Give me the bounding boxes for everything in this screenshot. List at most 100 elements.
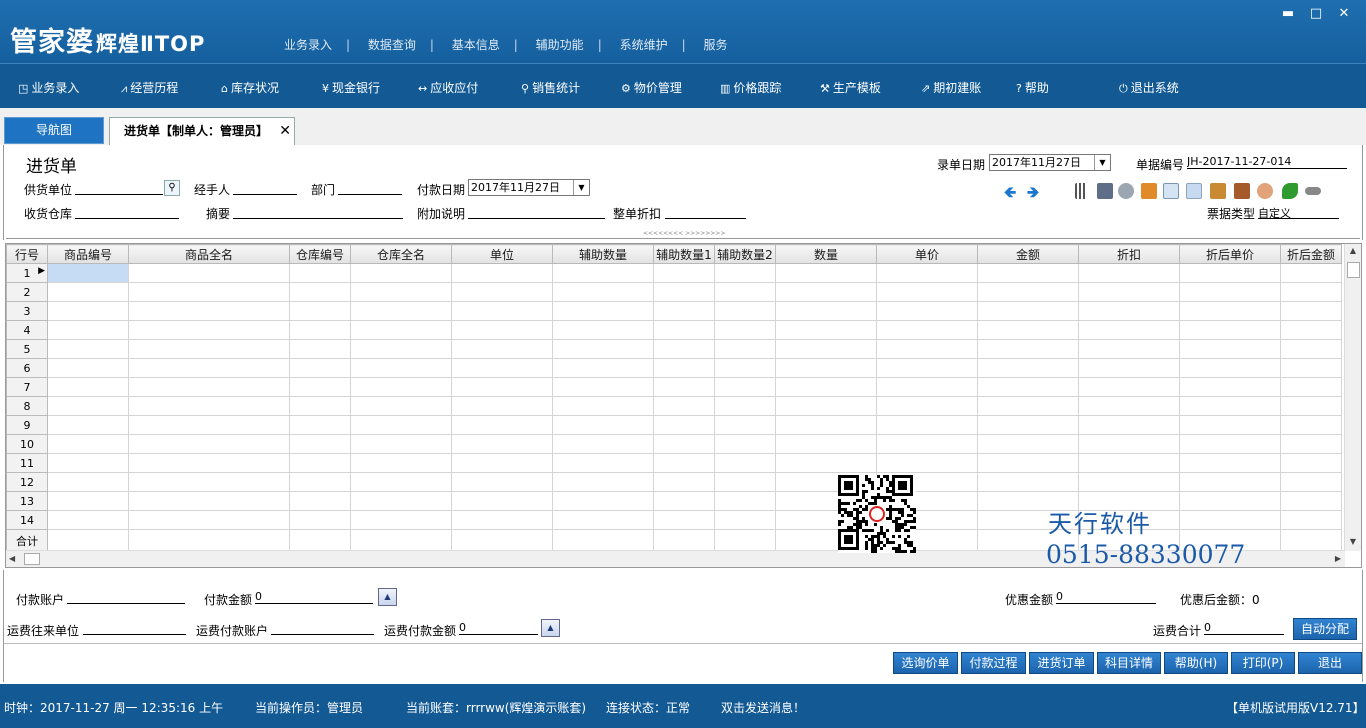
freight-expand-button[interactable]: ▲ <box>541 619 560 637</box>
top-menu-item[interactable]: 辅助功能 <box>536 36 584 53</box>
grid-cell[interactable] <box>653 320 715 340</box>
doc-no-field[interactable]: JH-2017-11-27-014 <box>1187 155 1347 169</box>
grid-cell[interactable] <box>1078 263 1180 283</box>
grid-cell[interactable] <box>977 415 1079 435</box>
close-icon[interactable]: ✕ <box>1334 6 1354 21</box>
grid-cell[interactable] <box>714 263 776 283</box>
grid-cell[interactable] <box>1179 320 1281 340</box>
grid-cell[interactable] <box>1078 358 1180 378</box>
copy-icon[interactable] <box>1186 183 1202 199</box>
grid-cell[interactable] <box>552 358 654 378</box>
grid-cell[interactable] <box>714 491 776 511</box>
grid-cell[interactable] <box>451 529 553 552</box>
barcode-icon[interactable] <box>1075 183 1091 199</box>
toolbar-item-business-entry[interactable]: ◳ 业务录入 <box>18 79 79 96</box>
grid-cell[interactable] <box>653 491 715 511</box>
dropdown-icon[interactable]: ▼ <box>1094 155 1110 170</box>
grid-cell[interactable] <box>653 263 715 283</box>
vertical-scrollbar[interactable]: ▲ ▼ <box>1344 244 1361 551</box>
grid-cell[interactable] <box>350 434 452 454</box>
grid-cell[interactable] <box>714 510 776 530</box>
status-message[interactable]: 双击发送消息！ <box>721 699 805 716</box>
grid-cell[interactable] <box>775 377 877 397</box>
grid-cell[interactable] <box>653 529 715 552</box>
grid-cell[interactable] <box>1179 339 1281 359</box>
grid-cell[interactable] <box>1280 491 1342 511</box>
pay-date-picker[interactable]: 2017年11月27日 ▼ <box>468 179 590 196</box>
table-row[interactable]: 3 <box>6 301 1342 321</box>
pay-expand-button[interactable]: ▲ <box>378 588 397 606</box>
freight-amount-field[interactable]: 0 <box>459 621 538 635</box>
grid-cell[interactable] <box>1179 377 1281 397</box>
grid-cell[interactable] <box>1179 396 1281 416</box>
toolbar-item-exit[interactable]: ⏻ 退出系统 <box>1119 79 1179 96</box>
grid-cell[interactable] <box>128 529 290 552</box>
table-row[interactable]: 4 <box>6 320 1342 340</box>
grid-cell[interactable] <box>552 434 654 454</box>
column-header[interactable]: 折后金额 <box>1280 244 1342 264</box>
grid-cell[interactable] <box>1179 510 1281 530</box>
grid-cell[interactable] <box>350 263 452 283</box>
grid-cell[interactable] <box>876 377 978 397</box>
grid-cell[interactable] <box>775 320 877 340</box>
grid-cell[interactable] <box>775 396 877 416</box>
grid-cell[interactable] <box>350 339 452 359</box>
grid-cell[interactable] <box>1179 358 1281 378</box>
grid-cell[interactable] <box>1078 396 1180 416</box>
grid-cell[interactable] <box>1179 301 1281 321</box>
freight-unit-field[interactable] <box>83 621 186 635</box>
grid-cell[interactable] <box>451 339 553 359</box>
toolbar-item-receivable[interactable]: ↔ 应收应付 <box>418 79 478 96</box>
toolbar-item-sales-stats[interactable]: ⚲ 销售统计 <box>521 79 580 96</box>
grid-cell[interactable] <box>714 377 776 397</box>
search-icon[interactable]: ⚲ <box>164 180 180 196</box>
grid-cell[interactable] <box>289 358 351 378</box>
grid-cell[interactable] <box>350 529 452 552</box>
pay-amount-field[interactable]: 0 <box>255 590 373 604</box>
edit-icon[interactable] <box>1163 183 1179 199</box>
grid-cell[interactable] <box>128 320 290 340</box>
grid-cell[interactable] <box>1078 301 1180 321</box>
grid-cell[interactable] <box>977 358 1079 378</box>
grid-cell[interactable] <box>552 320 654 340</box>
grid-cell[interactable] <box>714 339 776 359</box>
grid-cell[interactable] <box>1280 396 1342 416</box>
grid-cell[interactable] <box>714 415 776 435</box>
grid-cell[interactable] <box>653 339 715 359</box>
grid-cell[interactable] <box>552 453 654 473</box>
grid-cell[interactable] <box>1280 282 1342 302</box>
dropdown-icon[interactable]: ▼ <box>573 180 589 195</box>
print-button[interactable]: 打印(P) <box>1231 652 1295 674</box>
grid-cell[interactable] <box>653 301 715 321</box>
grid-cell[interactable] <box>977 301 1079 321</box>
grid-cell[interactable] <box>714 529 776 552</box>
grid-cell[interactable] <box>1078 472 1180 492</box>
previous-arrow-icon[interactable]: 🡸 <box>1004 182 1016 207</box>
leaf-icon[interactable] <box>1282 183 1298 199</box>
grid-cell[interactable] <box>552 472 654 492</box>
grid-cell[interactable] <box>128 377 290 397</box>
freight-total-field[interactable]: 0 <box>1204 621 1284 635</box>
column-header[interactable]: 行号 <box>6 244 48 264</box>
grid-cell[interactable] <box>977 377 1079 397</box>
grid-cell[interactable] <box>1078 415 1180 435</box>
top-menu-item[interactable]: 系统维护 <box>620 36 668 53</box>
grid-cell[interactable] <box>876 453 978 473</box>
column-header[interactable]: 折后单价 <box>1179 244 1281 264</box>
auto-assign-button[interactable]: 自动分配 <box>1293 618 1357 640</box>
column-header[interactable]: 仓库全名 <box>350 244 452 264</box>
grid-cell[interactable] <box>1280 510 1342 530</box>
grid-cell[interactable] <box>775 415 877 435</box>
grid-cell[interactable] <box>1078 339 1180 359</box>
grid-cell[interactable] <box>289 396 351 416</box>
column-header[interactable]: 金额 <box>977 244 1079 264</box>
exit-button[interactable]: 退出 <box>1298 652 1362 674</box>
grid-cell[interactable] <box>128 339 290 359</box>
table-row[interactable]: 10 <box>6 434 1342 454</box>
grid-cell[interactable] <box>47 453 129 473</box>
grid-cell[interactable] <box>977 282 1079 302</box>
grid-cell[interactable] <box>350 358 452 378</box>
grid-cell[interactable] <box>350 377 452 397</box>
grid-cell[interactable] <box>1078 453 1180 473</box>
grid-cell[interactable] <box>1078 434 1180 454</box>
